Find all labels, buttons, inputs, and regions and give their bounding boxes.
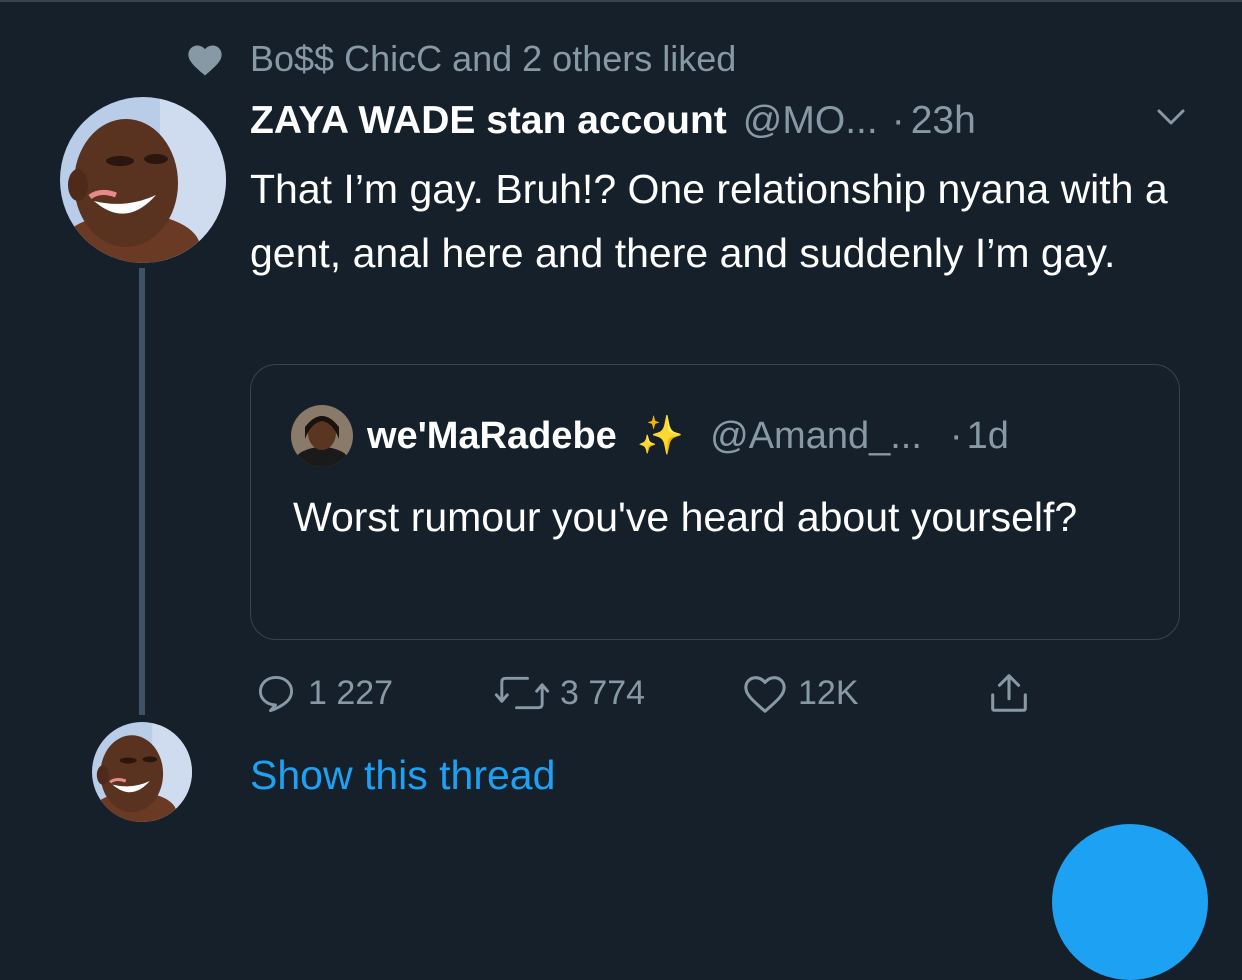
share-button[interactable] — [986, 668, 1032, 718]
top-divider — [0, 0, 1242, 2]
retweet-icon — [494, 676, 550, 710]
quoted-tweet-text: Worst rumour you've heard about yourself… — [293, 494, 1078, 540]
retweet-button[interactable]: 3 774 — [494, 668, 645, 718]
retweet-count: 3 774 — [560, 673, 646, 712]
quoted-author-name[interactable]: we'MaRadebe — [367, 415, 617, 458]
social-context-text: Bo$$ ChicC and 2 others liked — [250, 38, 737, 79]
sparkles-emoji: ✨ — [636, 415, 685, 457]
tweet-actions: 1 227 3 774 12K — [250, 668, 1050, 718]
author-name[interactable]: ZAYA WADE stan account — [250, 99, 727, 143]
separator-dot: · — [949, 414, 963, 457]
heart-icon — [188, 45, 222, 76]
reply-button[interactable]: 1 227 — [254, 668, 393, 718]
quoted-author-handle[interactable]: @Amand_... — [710, 415, 922, 458]
author-handle[interactable]: @MO... — [743, 99, 878, 143]
thread-connector — [139, 268, 145, 715]
like-button[interactable]: 12K — [742, 668, 859, 718]
show-thread-link[interactable]: Show this thread — [250, 752, 555, 799]
quoted-tweet-header: we'MaRadebe ✨ @Amand_... · 1d — [367, 409, 1009, 463]
avatar-image — [92, 722, 192, 822]
share-icon — [991, 674, 1027, 712]
chevron-down-icon[interactable] — [1156, 107, 1186, 127]
thread-author-avatar[interactable] — [92, 722, 192, 822]
reply-count: 1 227 — [308, 673, 394, 712]
tweet-time[interactable]: 23h — [911, 99, 976, 143]
author-avatar[interactable] — [60, 97, 226, 263]
social-context[interactable]: Bo$$ ChicC and 2 others liked — [186, 36, 736, 82]
quoted-tweet-time[interactable]: 1d — [967, 415, 1009, 458]
quoted-avatar-image — [291, 405, 353, 467]
avatar-image — [60, 97, 226, 263]
compose-tweet-button[interactable] — [1052, 824, 1208, 980]
tweet-header: ZAYA WADE stan account @MO... · 23h — [250, 95, 1210, 147]
like-icon — [744, 676, 786, 713]
reply-icon — [258, 675, 294, 713]
separator-dot: · — [891, 99, 905, 142]
quoted-author-avatar[interactable] — [291, 405, 353, 467]
quoted-tweet[interactable]: we'MaRadebe ✨ @Amand_... · 1d Worst rumo… — [250, 364, 1180, 640]
tweet-text: That I’m gay. Bruh!? One relationship ny… — [250, 166, 1168, 276]
like-count: 12K — [798, 673, 859, 712]
